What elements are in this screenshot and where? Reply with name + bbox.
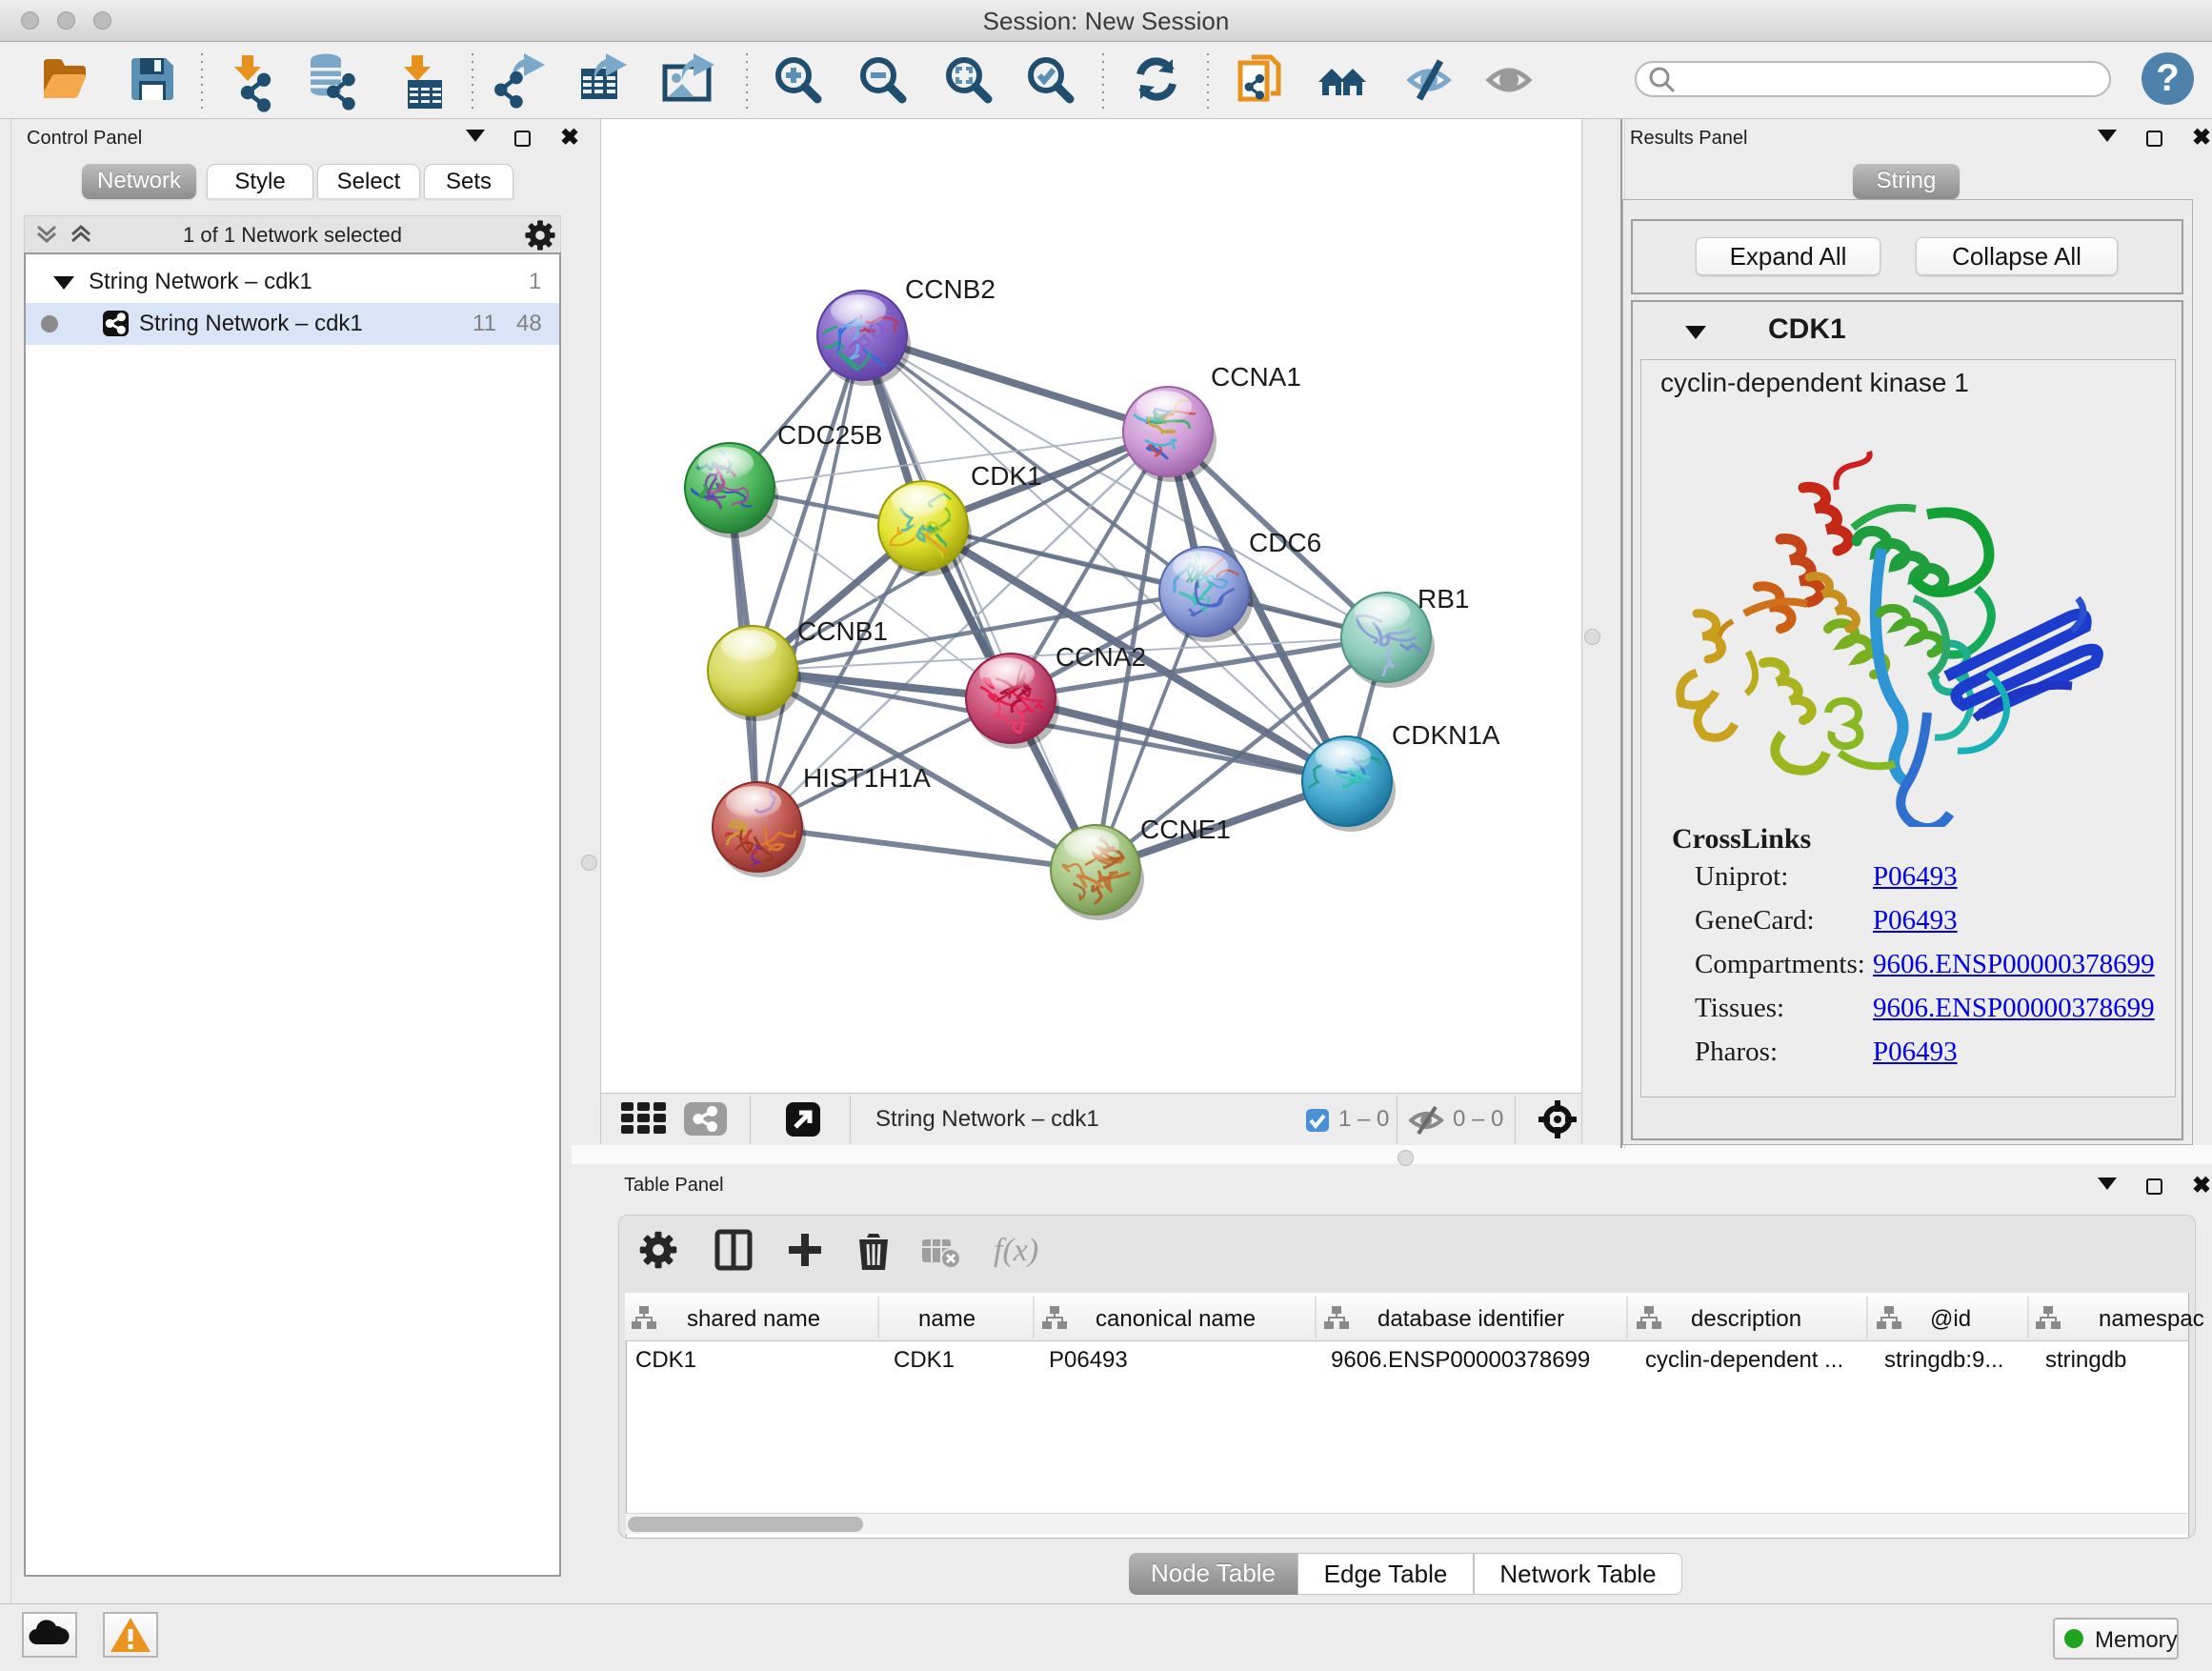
svg-text:CDKN1A: CDKN1A bbox=[1392, 720, 1500, 750]
svg-text:CDC6: CDC6 bbox=[1249, 528, 1321, 557]
svg-text:CDK1: CDK1 bbox=[971, 461, 1042, 491]
svg-text:CCNB1: CCNB1 bbox=[797, 616, 888, 646]
svg-text:f(x): f(x) bbox=[994, 1233, 1038, 1268]
svg-text:CCNA2: CCNA2 bbox=[1056, 642, 1146, 672]
svg-text:CDC25B: CDC25B bbox=[777, 420, 882, 450]
svg-text:RB1: RB1 bbox=[1418, 584, 1469, 614]
svg-text:CCNB2: CCNB2 bbox=[905, 274, 995, 304]
svg-text:CCNE1: CCNE1 bbox=[1140, 815, 1231, 844]
svg-text:HIST1H1A: HIST1H1A bbox=[803, 763, 931, 793]
svg-text:CCNA1: CCNA1 bbox=[1211, 362, 1301, 392]
